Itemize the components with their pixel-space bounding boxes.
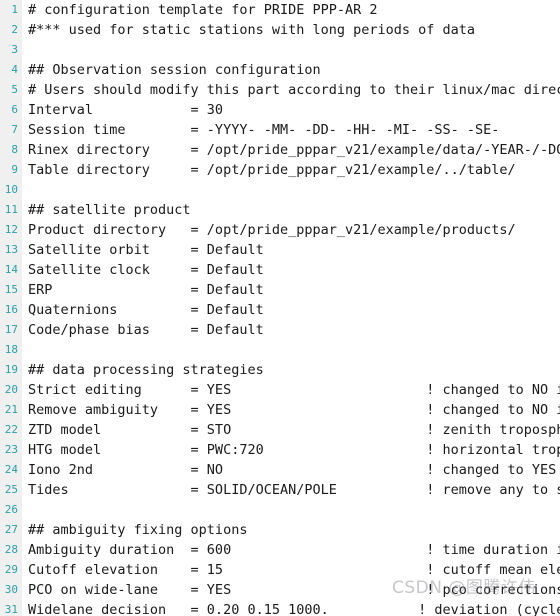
- code-line[interactable]: 4 ## Observation session configuration: [0, 60, 560, 80]
- code-line[interactable]: 8 Rinex directory = /opt/pride_pppar_v21/…: [0, 140, 560, 160]
- code-editor[interactable]: 1 # configuration template for PRIDE PPP-…: [0, 0, 560, 616]
- line-number: 25: [4, 483, 18, 496]
- line-number: 14: [4, 263, 18, 276]
- line-number: 12: [4, 223, 18, 236]
- line-number: 30: [4, 583, 18, 596]
- line-number: 17: [4, 323, 18, 336]
- code-line[interactable]: 2 #*** used for static stations with long…: [0, 20, 560, 40]
- code-line[interactable]: 25 Tides = SOLID/OCEAN/POLE ! remove any …: [0, 480, 560, 500]
- line-text[interactable]: Strict editing = YES ! changed to NO if …: [28, 380, 560, 400]
- code-line[interactable]: 13 Satellite orbit = Default: [0, 240, 560, 260]
- line-text[interactable]: Satellite clock = Default: [28, 260, 264, 280]
- line-number: 20: [4, 383, 18, 396]
- line-text[interactable]: Session time = -YYYY- -MM- -DD- -HH- -MI…: [28, 120, 499, 140]
- line-number: 28: [4, 543, 18, 556]
- line-number: 4: [11, 63, 18, 76]
- code-line[interactable]: 19 ## data processing strategies: [0, 360, 560, 380]
- line-number: 29: [4, 563, 18, 576]
- line-number: 31: [4, 603, 18, 616]
- line-number: 8: [11, 143, 18, 156]
- code-line[interactable]: 15 ERP = Default: [0, 280, 560, 300]
- line-text[interactable]: HTG model = PWC:720 ! horizontal troposp…: [28, 440, 560, 460]
- code-line[interactable]: 5 # Users should modify this part accordi…: [0, 80, 560, 100]
- code-line[interactable]: 14 Satellite clock = Default: [0, 260, 560, 280]
- code-line[interactable]: 30 PCO on wide-lane = YES ! pco correctio…: [0, 580, 560, 600]
- line-text[interactable]: Product directory = /opt/pride_pppar_v21…: [28, 220, 516, 240]
- code-line[interactable]: 22 ZTD model = STO ! zenith troposphere d…: [0, 420, 560, 440]
- code-lines-container[interactable]: 1 # configuration template for PRIDE PPP-…: [0, 0, 560, 616]
- line-text[interactable]: Code/phase bias = Default: [28, 320, 264, 340]
- line-text[interactable]: Table directory = /opt/pride_pppar_v21/e…: [28, 160, 516, 180]
- line-text[interactable]: # configuration template for PRIDE PPP-A…: [28, 0, 378, 20]
- line-text[interactable]: Iono 2nd = NO ! changed to YES if needed: [28, 460, 560, 480]
- code-line[interactable]: 10: [0, 180, 560, 200]
- line-number: 13: [4, 243, 18, 256]
- line-text[interactable]: ## Observation session configuration: [28, 60, 321, 80]
- code-line[interactable]: 12 Product directory = /opt/pride_pppar_v…: [0, 220, 560, 240]
- code-line[interactable]: 11 ## satellite product: [0, 200, 560, 220]
- code-line[interactable]: 21 Remove ambiguity = YES ! changed to NO…: [0, 400, 560, 420]
- line-number: 15: [4, 283, 18, 296]
- line-number: 9: [11, 163, 18, 176]
- line-text[interactable]: ## ambiguity fixing options: [28, 520, 247, 540]
- line-text[interactable]: ## data processing strategies: [28, 360, 264, 380]
- line-text[interactable]: ZTD model = STO ! zenith troposphere del…: [28, 420, 560, 440]
- line-number: 16: [4, 303, 18, 316]
- line-number: 10: [4, 183, 18, 196]
- line-text[interactable]: PCO on wide-lane = YES ! pco corrections…: [28, 580, 560, 600]
- code-line[interactable]: 6 Interval = 30: [0, 100, 560, 120]
- line-number: 5: [11, 83, 18, 96]
- line-number: 7: [11, 123, 18, 136]
- line-text[interactable]: Rinex directory = /opt/pride_pppar_v21/e…: [28, 140, 560, 160]
- code-line[interactable]: 24 Iono 2nd = NO ! changed to YES if need…: [0, 460, 560, 480]
- line-number: 18: [4, 343, 18, 356]
- code-line[interactable]: 7 Session time = -YYYY- -MM- -DD- -HH- -M…: [0, 120, 560, 140]
- line-number: 11: [4, 203, 18, 216]
- code-line[interactable]: 1 # configuration template for PRIDE PPP-…: [0, 0, 560, 20]
- line-number: 6: [11, 103, 18, 116]
- line-number: 3: [11, 43, 18, 56]
- line-text[interactable]: #*** used for static stations with long …: [28, 20, 475, 40]
- code-line[interactable]: 26: [0, 500, 560, 520]
- line-text[interactable]: ## satellite product: [28, 200, 191, 220]
- code-line[interactable]: 9 Table directory = /opt/pride_pppar_v21/…: [0, 160, 560, 180]
- code-line[interactable]: 23 HTG model = PWC:720 ! horizontal tropo…: [0, 440, 560, 460]
- line-number: 24: [4, 463, 18, 476]
- line-text[interactable]: Widelane decision = 0.20 0.15 1000. ! de…: [28, 600, 560, 616]
- line-text[interactable]: Interval = 30: [28, 100, 223, 120]
- code-line[interactable]: 16 Quaternions = Default: [0, 300, 560, 320]
- code-line[interactable]: 28 Ambiguity duration = 600 ! time durati…: [0, 540, 560, 560]
- line-text[interactable]: Quaternions = Default: [28, 300, 264, 320]
- code-line[interactable]: 29 Cutoff elevation = 15 ! cutoff mean el…: [0, 560, 560, 580]
- code-line[interactable]: 3: [0, 40, 560, 60]
- line-number: 2: [11, 23, 18, 36]
- line-text[interactable]: Satellite orbit = Default: [28, 240, 264, 260]
- line-number: 21: [4, 403, 18, 416]
- code-line[interactable]: 17 Code/phase bias = Default: [0, 320, 560, 340]
- line-text[interactable]: Remove ambiguity = YES ! changed to NO i…: [28, 400, 560, 420]
- line-number: 26: [4, 503, 18, 516]
- code-line[interactable]: 18: [0, 340, 560, 360]
- code-line[interactable]: 31 Widelane decision = 0.20 0.15 1000. ! …: [0, 600, 560, 616]
- line-text[interactable]: ERP = Default: [28, 280, 264, 300]
- line-number: 23: [4, 443, 18, 456]
- line-number: 1: [11, 3, 18, 16]
- line-number: 22: [4, 423, 18, 436]
- line-text[interactable]: # Users should modify this part accordin…: [28, 80, 560, 100]
- line-text[interactable]: Ambiguity duration = 600 ! time duration…: [28, 540, 560, 560]
- line-number: 27: [4, 523, 18, 536]
- line-text[interactable]: Cutoff elevation = 15 ! cutoff mean elev…: [28, 560, 560, 580]
- code-line[interactable]: 27 ## ambiguity fixing options: [0, 520, 560, 540]
- code-line[interactable]: 20 Strict editing = YES ! changed to NO i…: [0, 380, 560, 400]
- line-text[interactable]: Tides = SOLID/OCEAN/POLE ! remove any to…: [28, 480, 560, 500]
- line-number: 19: [4, 363, 18, 376]
